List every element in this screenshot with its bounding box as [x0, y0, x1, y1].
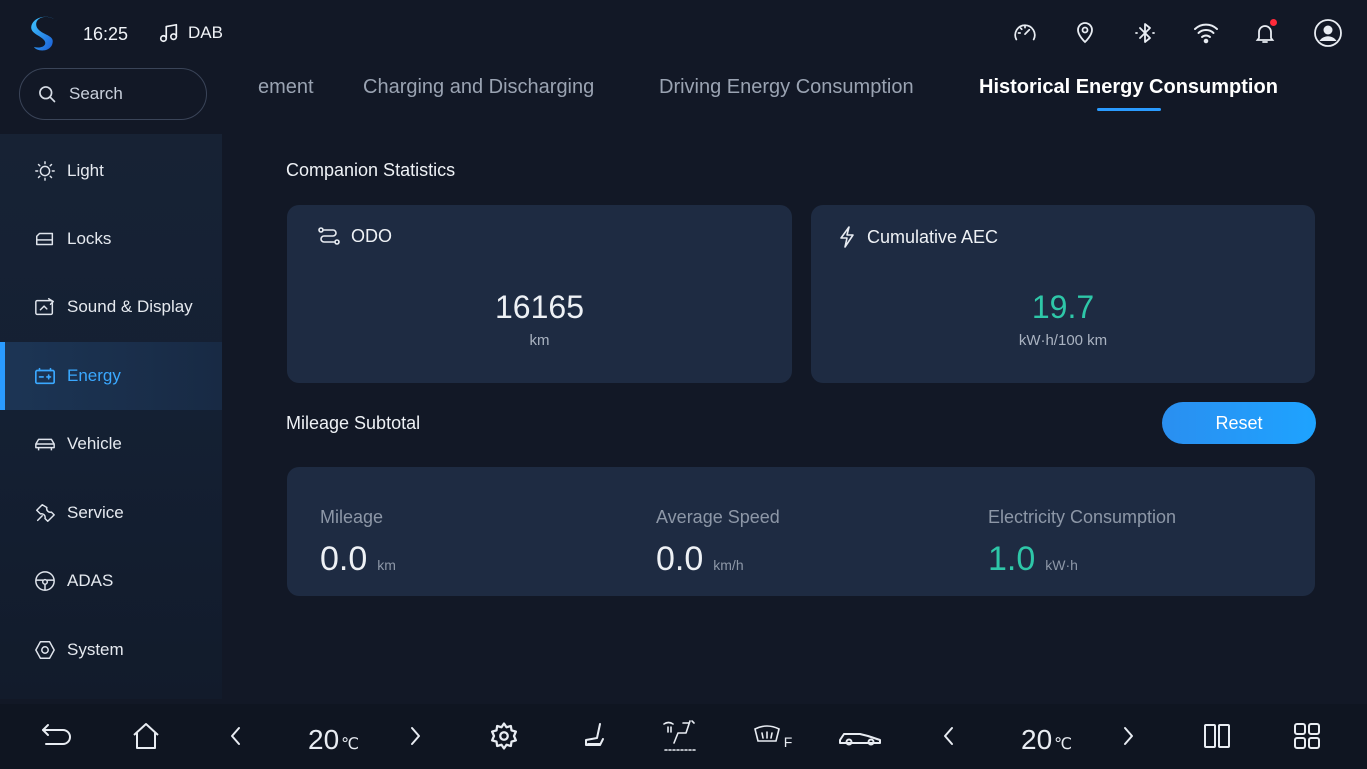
average-speed-label: Average Speed	[656, 507, 780, 527]
sidebar-item-locks[interactable]: Locks	[0, 205, 222, 273]
brand-logo-icon[interactable]	[28, 13, 62, 55]
media-source[interactable]: DAB	[158, 22, 223, 44]
home-icon[interactable]	[128, 718, 164, 754]
aec-unit: kW·h/100 km	[1018, 332, 1108, 349]
wrench-icon	[33, 501, 57, 525]
cumulative-aec-card: Cumulative AEC 19.7 kW·h/100 km	[811, 205, 1315, 383]
average-speed-unit: km/h	[713, 557, 744, 573]
sidebar-item-label: Service	[67, 503, 124, 522]
tab-charging-discharging[interactable]: Charging and Discharging	[363, 76, 594, 99]
left-temp-increase-icon[interactable]	[397, 718, 433, 754]
sidebar-item-sound-display[interactable]: Sound & Display	[0, 273, 222, 341]
clock: 16:25	[83, 24, 129, 44]
odo-card-header: ODO	[317, 225, 392, 247]
light-icon	[33, 159, 57, 183]
mileage-unit: km	[377, 557, 396, 573]
right-temp-increase-icon[interactable]	[1110, 718, 1146, 754]
sidebar-item-label: Light	[67, 161, 104, 180]
sidebar-item-adas[interactable]: ADAS	[0, 547, 222, 615]
odo-label: ODO	[351, 225, 393, 246]
mileage-label: Mileage	[320, 507, 384, 527]
tab-energy-management[interactable]: ement	[258, 76, 314, 99]
lightning-icon	[837, 225, 857, 249]
speed-gauge-icon[interactable]	[1010, 18, 1040, 48]
search-placeholder: Search	[69, 84, 123, 103]
sidebar-item-system[interactable]: System	[0, 616, 222, 684]
media-source-label: DAB	[188, 23, 223, 42]
notification-dot	[1270, 19, 1277, 26]
sidebar-item-label: ADAS	[67, 571, 114, 590]
search-box[interactable]: Search	[19, 68, 207, 120]
left-temp-unit: ℃	[341, 736, 360, 753]
mileage-stat: Mileage 0.0 km	[320, 507, 396, 579]
right-temperature: 20 ℃	[1021, 724, 1072, 756]
back-icon[interactable]	[39, 718, 75, 754]
car-status-icon[interactable]	[838, 718, 882, 754]
front-defrost-icon[interactable]: F	[750, 718, 794, 754]
bluetooth-icon[interactable]	[1130, 18, 1160, 48]
average-speed-value: 0.0	[656, 540, 704, 578]
sidebar-item-label: Locks	[67, 229, 112, 248]
mileage-value: 0.0	[320, 540, 368, 578]
sidebar-item-energy[interactable]: Energy	[0, 342, 222, 410]
right-temp-unit: ℃	[1054, 736, 1073, 753]
odo-value: 16165	[495, 289, 584, 325]
odo-unit: km	[529, 332, 550, 349]
search-icon	[37, 84, 57, 104]
wifi-icon[interactable]	[1191, 18, 1221, 48]
sidebar-item-label: Sound & Display	[67, 297, 193, 316]
tab-bar: ement Charging and Discharging Driving E…	[222, 68, 1367, 118]
reset-button[interactable]: Reset	[1162, 402, 1316, 444]
sidebar-item-label: Vehicle	[67, 434, 122, 453]
average-speed-stat: Average Speed 0.0 km/h	[656, 507, 780, 579]
aec-value: 19.7	[1031, 289, 1095, 325]
electricity-consumption-unit: kW·h	[1045, 557, 1078, 573]
lock-icon	[33, 227, 57, 251]
settings-gear-icon[interactable]	[486, 718, 522, 754]
battery-icon	[33, 364, 57, 388]
aec-label: Cumulative AEC	[867, 226, 999, 247]
steering-wheel-icon	[33, 569, 57, 593]
tab-driving-energy-consumption[interactable]: Driving Energy Consumption	[659, 76, 914, 99]
aec-card-header: Cumulative AEC	[837, 225, 998, 249]
rear-defrost-label: F	[783, 734, 793, 750]
app-grid-icon[interactable]	[1289, 718, 1325, 754]
route-icon	[317, 225, 341, 247]
status-bar: 16:25 DAB	[0, 0, 1367, 68]
car-icon	[33, 432, 57, 456]
sidebar-item-light[interactable]: Light	[0, 137, 222, 205]
left-temperature: 20 ℃	[308, 724, 359, 756]
sidebar-item-label: Energy	[67, 366, 121, 385]
ac-airflow-icon[interactable]	[662, 718, 698, 754]
tab-historical-energy-consumption[interactable]: Historical Energy Consumption	[979, 76, 1278, 99]
bell-icon[interactable]	[1250, 18, 1280, 48]
seat-heating-icon[interactable]	[576, 718, 612, 754]
sidebar-item-service[interactable]: Service	[0, 479, 222, 547]
sidebar: Light Locks Sound & Display Energy Vehic…	[0, 134, 222, 699]
electricity-consumption-label: Electricity Consumption	[988, 507, 1177, 527]
music-note-icon	[158, 22, 180, 44]
sidebar-item-vehicle[interactable]: Vehicle	[0, 410, 222, 478]
bottom-dock: 20 ℃ F 20 ℃	[0, 704, 1367, 769]
mileage-subtotal-card: Mileage 0.0 km Average Speed 0.0 km/h El…	[287, 467, 1315, 596]
left-temp-decrease-icon[interactable]	[218, 718, 254, 754]
mileage-subtotal-title: Mileage Subtotal	[286, 413, 421, 433]
odo-card: ODO 16165 km	[287, 205, 792, 383]
left-temp-value: 20	[308, 724, 340, 755]
active-tab-indicator	[1097, 108, 1161, 111]
user-avatar-icon[interactable]	[1313, 18, 1343, 48]
electricity-consumption-stat: Electricity Consumption 1.0 kW·h	[988, 507, 1176, 579]
hexagon-settings-icon	[33, 638, 57, 662]
electricity-consumption-value: 1.0	[988, 540, 1036, 578]
location-pin-icon[interactable]	[1070, 18, 1100, 48]
companion-statistics-title: Companion Statistics	[286, 160, 456, 180]
right-temp-value: 20	[1021, 724, 1053, 755]
sidebar-item-label: System	[67, 640, 124, 659]
display-icon	[33, 295, 57, 319]
right-temp-decrease-icon[interactable]	[931, 718, 967, 754]
split-screen-icon[interactable]	[1199, 718, 1235, 754]
